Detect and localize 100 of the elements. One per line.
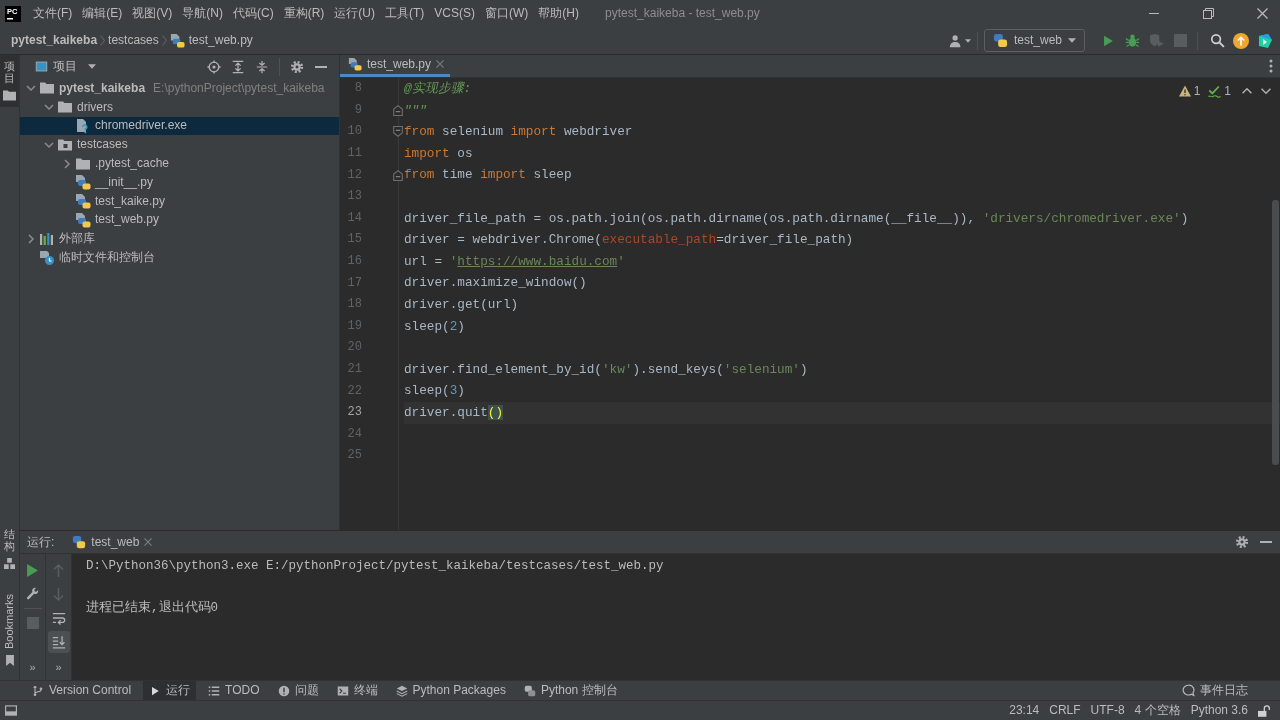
tree-item[interactable]: 临时文件和控制台 xyxy=(23,248,161,267)
tree-item[interactable]: __init__.py xyxy=(59,173,160,192)
layers-icon xyxy=(395,684,408,697)
line-number: 20 xyxy=(346,340,362,356)
python-file-icon xyxy=(75,193,91,210)
arrow-down-icon xyxy=(53,587,64,601)
play-icon xyxy=(1101,33,1115,48)
menu-item[interactable]: 编辑(E) xyxy=(77,2,128,25)
person-icon xyxy=(948,33,963,48)
arrow-up-icon xyxy=(53,563,64,577)
close-icon[interactable] xyxy=(436,60,445,68)
code-line: driver_file_path = os.path.join(os.path.dirname(os.path.dirname(__file__)), 'drivers/chromedriver.exe') xyxy=(404,209,1189,228)
project-tool-tab[interactable]: 项目 xyxy=(0,55,19,108)
run-config-dropdown[interactable]: test_web xyxy=(983,29,1085,52)
bookmarks-tool-tab[interactable]: Bookmarks xyxy=(0,588,19,672)
project-view-dropdown[interactable]: 项目 xyxy=(32,56,99,77)
minus-icon xyxy=(1260,541,1272,543)
event-log-button[interactable]: 事件日志 xyxy=(1176,681,1254,700)
library-icon xyxy=(39,230,55,247)
window-title: pytest_kaikeba - test_web.py xyxy=(605,6,760,21)
breadcrumb-item[interactable]: testcases xyxy=(105,29,162,52)
breadcrumb-item[interactable]: pytest_kaikeba xyxy=(8,29,101,52)
chevron-right-icon xyxy=(161,35,167,46)
menu-item[interactable]: 窗口(W) xyxy=(480,2,534,25)
tree-item[interactable]: drivers xyxy=(41,97,119,117)
console-output-line: 进程已结束,退出代码0 xyxy=(86,599,218,617)
chevron-right-icon xyxy=(100,35,106,46)
bug-icon xyxy=(1124,33,1140,48)
tree-item[interactable]: .pytest_cache xyxy=(59,154,176,173)
line-number: 17 xyxy=(346,275,362,291)
fold-marker-icon[interactable] xyxy=(393,104,403,116)
folder-icon xyxy=(3,90,16,102)
shield-play-icon xyxy=(1148,33,1164,48)
breadcrumb-item[interactable]: test_web.py xyxy=(166,29,256,52)
tool-window-button[interactable]: Version Control xyxy=(26,681,138,700)
tree-item[interactable]: testcases xyxy=(41,135,134,155)
tree-item[interactable]: 外部库 xyxy=(23,229,101,249)
tool-window-button[interactable]: 运行 xyxy=(143,681,197,700)
tool-window-button[interactable]: Python Packages xyxy=(389,681,512,700)
menu-item[interactable]: 导航(N) xyxy=(177,2,228,25)
scroll-to-end-icon xyxy=(51,635,66,649)
menu-item[interactable]: VCS(S) xyxy=(429,2,480,25)
fold-marker-icon[interactable] xyxy=(393,169,403,181)
more-button[interactable]: » xyxy=(21,657,44,679)
menu-item[interactable]: 运行(U) xyxy=(329,2,380,25)
expand-all-icon xyxy=(231,59,245,74)
restore-icon xyxy=(1202,8,1214,19)
folder-icon xyxy=(39,80,55,97)
settings-icon xyxy=(290,59,304,74)
status-bar-widget[interactable]: CRLF xyxy=(1044,701,1086,720)
code-line: url = 'https://www.baidu.com' xyxy=(404,252,625,271)
folder-icon xyxy=(57,99,73,116)
caret-down-icon xyxy=(1068,38,1076,43)
menu-item[interactable]: 文件(F) xyxy=(28,2,78,25)
line-number: 14 xyxy=(346,210,362,226)
chevron-down-icon xyxy=(1261,88,1271,94)
chat-bubble-icon xyxy=(1182,684,1195,697)
read-only-toggle[interactable] xyxy=(1256,702,1272,719)
more-icon xyxy=(1269,59,1273,73)
more-button[interactable]: » xyxy=(47,657,70,679)
menu-item[interactable]: 帮助(H) xyxy=(533,2,584,25)
tool-window-button[interactable]: TODO xyxy=(202,681,266,700)
menu-item[interactable]: 代码(C) xyxy=(228,2,279,25)
status-bar-widget[interactable]: 23:14 xyxy=(1004,701,1045,720)
console-output-line: D:\Python36\python3.exe E:/pythonProject/pytest_kaikeba/testcases/test_web.py xyxy=(86,558,664,575)
close-icon xyxy=(1256,8,1268,19)
python-logo-icon xyxy=(523,684,536,697)
line-number: 23 xyxy=(346,405,362,421)
code-line: driver.get(url) xyxy=(404,295,519,314)
tool-window-button[interactable]: Python 控制台 xyxy=(517,681,624,700)
close-icon[interactable] xyxy=(144,538,153,546)
fold-marker-icon[interactable] xyxy=(393,126,403,138)
line-number: 21 xyxy=(346,362,362,377)
status-bar-widget[interactable]: 4 个空格 xyxy=(1129,701,1186,720)
tool-windows-toggle[interactable] xyxy=(3,702,19,719)
code-line: from selenium import webdriver xyxy=(404,123,633,142)
code-line: import os xyxy=(404,144,473,163)
status-bar-widget[interactable]: UTF-8 xyxy=(1085,701,1130,720)
structure-tool-tab[interactable]: 结构 xyxy=(0,522,19,575)
check-icon xyxy=(1208,84,1222,98)
code-line: driver = webdriver.Chrome(executable_path=driver_file_path) xyxy=(404,231,854,250)
run-tab[interactable]: test_web xyxy=(66,531,159,553)
menu-item[interactable]: 工具(T) xyxy=(380,2,430,25)
minus-icon xyxy=(315,65,327,68)
menu-item[interactable]: 重构(R) xyxy=(278,2,330,25)
project-path: E:\pythonProject\pytest_kaikeba xyxy=(153,80,325,96)
tree-item[interactable]: chromedriver.exe xyxy=(20,116,339,136)
tool-window-button[interactable]: 终端 xyxy=(330,681,384,700)
code-line: sleep(3) xyxy=(404,382,465,401)
line-number: 11 xyxy=(346,146,362,162)
tool-window-button[interactable]: 问题 xyxy=(271,681,325,700)
status-bar-widget[interactable]: Python 3.6 xyxy=(1185,701,1253,720)
tree-item[interactable]: pytest_kaikeba E:\pythonProject\pytest_kaikeba xyxy=(23,79,331,98)
scroll-to-end-button[interactable] xyxy=(47,631,70,653)
wrench-icon xyxy=(25,587,40,601)
tree-item[interactable]: test_kaike.py xyxy=(59,191,172,211)
line-number: 19 xyxy=(346,318,362,334)
menu-item[interactable]: 视图(V) xyxy=(127,2,178,25)
tree-item[interactable]: test_web.py xyxy=(59,210,166,230)
scrollbar-thumb[interactable] xyxy=(1272,200,1279,465)
